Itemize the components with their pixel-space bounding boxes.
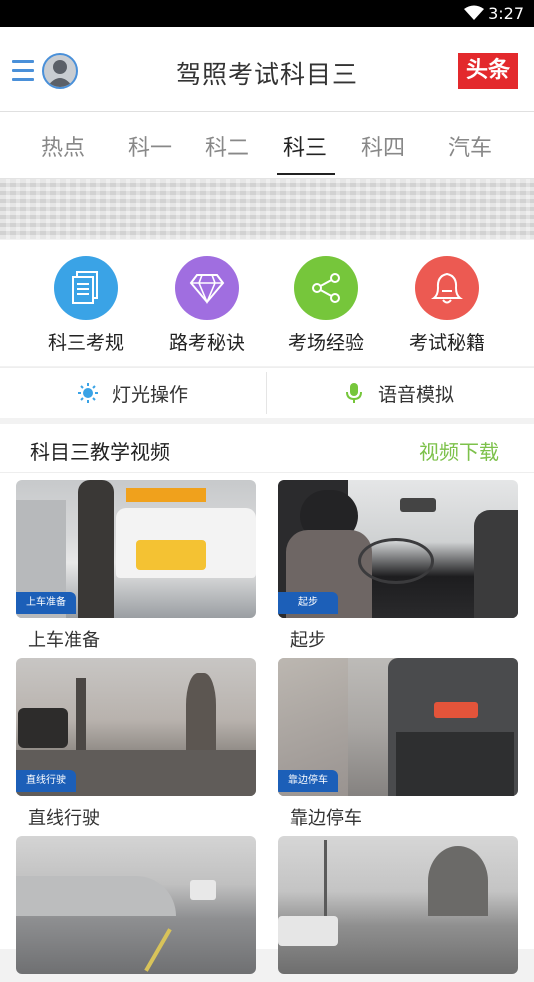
document-icon [54, 256, 118, 320]
share-icon [294, 256, 358, 320]
video-thumbnail[interactable]: 上车准备 [16, 480, 256, 618]
quick-actions: 科三考规 路考秘诀 考场经验 考试秘籍 [0, 240, 534, 366]
bell-icon [415, 256, 479, 320]
video-tag: 上车准备 [16, 592, 76, 614]
active-tab-indicator [277, 173, 335, 175]
video-section: 科目三教学视频 视频下载 上车准备 上车准备 起步 起步 直线行驶 直线行驶 靠… [0, 424, 534, 974]
video-thumbnail[interactable]: 直线行驶 [16, 658, 256, 796]
video-tag: 靠边停车 [278, 770, 338, 792]
video-section-header: 科目三教学视频 视频下载 [0, 424, 534, 473]
video-title: 起步 [290, 630, 326, 651]
quick-action-rules[interactable]: 科三考规 [26, 256, 146, 355]
video-card[interactable]: 直线行驶 直线行驶 [16, 658, 256, 830]
video-thumbnail[interactable]: 起步 [278, 480, 518, 618]
section-title: 科目三教学视频 [30, 440, 170, 464]
banner[interactable] [0, 179, 534, 239]
quick-action-label: 路考秘诀 [168, 332, 245, 354]
sub-nav: 灯光操作 语音模拟 [0, 367, 534, 418]
app-header: 驾照考试科目三 头条 [0, 27, 534, 112]
tab-subject-one[interactable]: 科一 [128, 130, 172, 162]
sub-nav-label: 语音模拟 [377, 383, 454, 406]
quick-action-tips[interactable]: 路考秘诀 [147, 256, 267, 355]
video-title: 靠边停车 [290, 808, 362, 829]
video-card[interactable]: 靠边停车 靠边停车 [278, 658, 518, 830]
sub-nav-label: 灯光操作 [111, 383, 188, 406]
video-title: 直线行驶 [28, 808, 100, 829]
quick-action-label: 科三考规 [47, 332, 124, 354]
tab-car[interactable]: 汽车 [448, 130, 492, 162]
video-thumbnail[interactable]: 靠边停车 [278, 658, 518, 796]
microphone-icon [345, 383, 362, 403]
video-download-link[interactable]: 视频下载 [419, 436, 499, 465]
quick-action-label: 考试秘籍 [408, 332, 485, 354]
diamond-icon [175, 256, 239, 320]
video-card[interactable]: 上车准备 上车准备 [16, 480, 256, 652]
wifi-icon [464, 5, 484, 20]
video-thumbnail[interactable] [278, 836, 518, 974]
video-card[interactable] [278, 836, 518, 982]
sun-icon [77, 383, 98, 403]
tab-hot[interactable]: 热点 [41, 130, 85, 162]
quick-action-label: 考场经验 [287, 332, 364, 354]
page-title: 驾照考试科目三 [175, 60, 358, 89]
video-tag: 起步 [278, 592, 338, 614]
toutiao-badge[interactable]: 头条 [458, 53, 518, 89]
tab-subject-two[interactable]: 科二 [205, 130, 249, 162]
quick-action-secrets[interactable]: 考试秘籍 [387, 256, 507, 355]
status-bar: 3:27 [0, 0, 534, 27]
video-thumbnail[interactable] [16, 836, 256, 974]
video-card[interactable]: 起步 起步 [278, 480, 518, 652]
light-operation-button[interactable]: 灯光操作 [0, 368, 266, 418]
video-card[interactable] [16, 836, 256, 982]
tab-bar: 热点 科一 科二 科三 科四 汽车 [0, 112, 534, 179]
status-time: 3:27 [488, 4, 524, 23]
video-title: 上车准备 [28, 630, 100, 651]
tab-subject-four[interactable]: 科四 [361, 130, 405, 162]
video-tag: 直线行驶 [16, 770, 76, 792]
quick-action-experience[interactable]: 考场经验 [266, 256, 386, 355]
voice-simulation-button[interactable]: 语音模拟 [267, 368, 533, 418]
tab-subject-three[interactable]: 科三 [283, 130, 327, 162]
